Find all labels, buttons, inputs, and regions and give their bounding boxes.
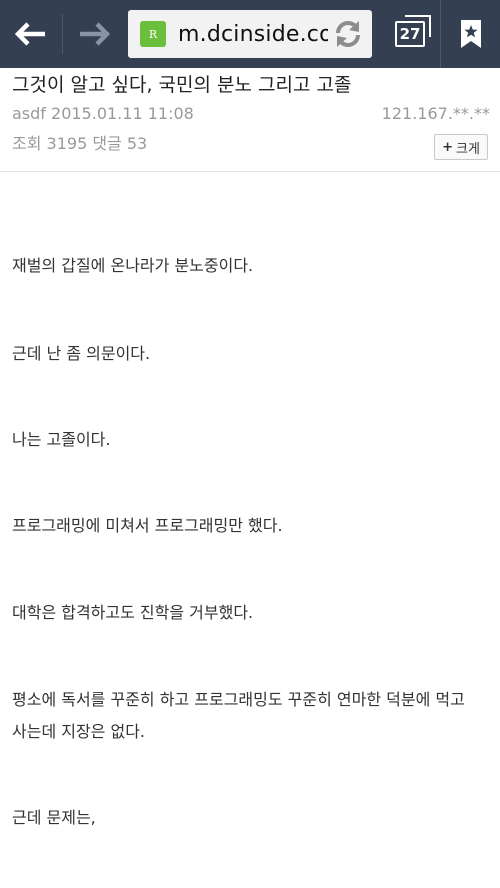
- reload-icon: [336, 21, 360, 47]
- post-paragraph: 재벌의 갑질에 온나라가 분노중이다.: [12, 256, 254, 275]
- header-divider: [0, 171, 500, 172]
- post-paragraph: 평소에 독서를 꾸준히 하고 프로그래밍도 꾸준히 연마한 덕분에 먹고: [12, 690, 465, 709]
- site-favicon-icon: R: [140, 21, 166, 47]
- forward-button[interactable]: [63, 0, 125, 68]
- back-button[interactable]: [0, 0, 62, 68]
- arrow-right-icon: [80, 22, 110, 46]
- bookmark-star-icon: [460, 20, 481, 48]
- arrow-left-icon: [15, 22, 45, 46]
- plus-icon: +: [442, 139, 453, 155]
- post-paragraph: 사는데 지장은 없다.: [12, 722, 146, 741]
- address-bar[interactable]: R m.dcinside.co: [128, 10, 372, 58]
- author-ip: 121.167.**.**: [381, 104, 490, 123]
- post-stats: 조회 3195 댓글 53: [12, 134, 148, 153]
- enlarge-text-button[interactable]: + 크게: [434, 134, 488, 160]
- post-paragraph: 나는 고졸이다.: [12, 430, 111, 449]
- url-text[interactable]: m.dcinside.co: [178, 22, 328, 47]
- post-paragraph: 근데 문제는,: [12, 808, 96, 827]
- post-paragraph: 프로그래밍에 미쳐서 프로그래밍만 했다.: [12, 516, 283, 535]
- enlarge-label: 크게: [455, 141, 480, 157]
- post-paragraph: 대학은 합격하고도 진학을 거부했다.: [12, 603, 254, 622]
- reload-button[interactable]: [330, 16, 366, 52]
- author-date: asdf 2015.01.11 11:08: [12, 104, 194, 123]
- post-title: 그것이 알고 싶다, 국민의 분노 그리고 고졸: [12, 74, 352, 96]
- tabs-button[interactable]: 27: [380, 0, 440, 68]
- tab-count-badge: 27: [395, 15, 431, 47]
- post-paragraph: 근데 난 좀 의문이다.: [12, 344, 151, 363]
- bookmark-button[interactable]: [440, 0, 500, 68]
- favicon-letter: R: [148, 27, 158, 41]
